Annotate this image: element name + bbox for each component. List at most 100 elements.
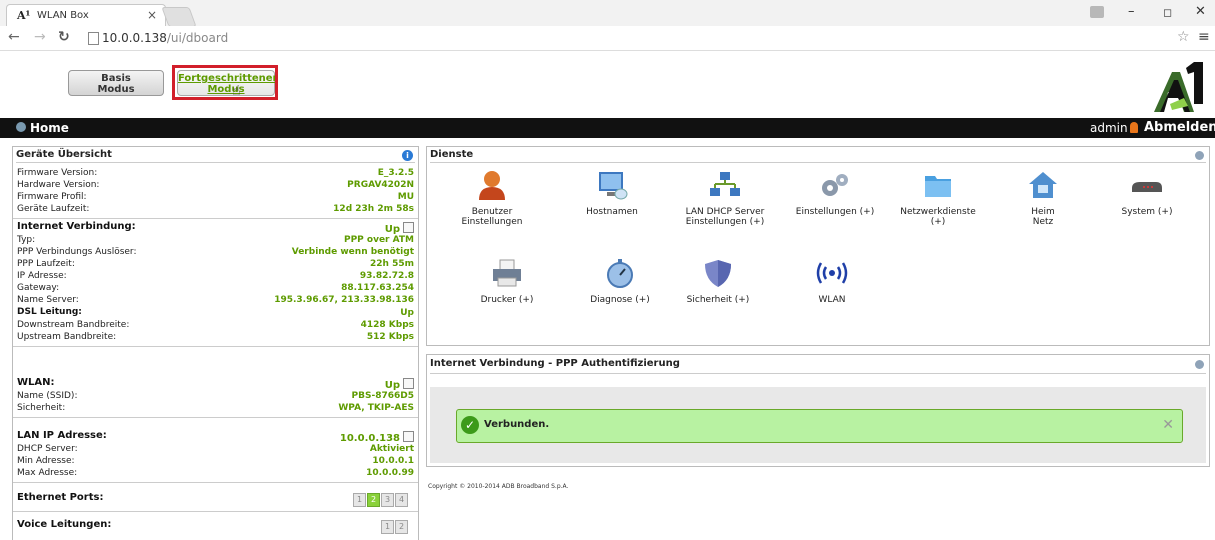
service-label: System (+) [1121, 207, 1173, 217]
router-icon [1132, 182, 1162, 192]
profile-icon[interactable] [1090, 6, 1104, 18]
divider [13, 482, 418, 483]
voice-port-2: 2 [395, 520, 408, 534]
service-security[interactable]: Sicherheit (+) [668, 258, 768, 305]
row-label: Firmware Version: [17, 168, 98, 178]
reload-icon[interactable]: ↻ [58, 29, 70, 45]
service-label: Benutzer [471, 207, 513, 217]
new-tab-button[interactable] [161, 7, 197, 27]
gears-icon [822, 174, 848, 196]
voice-heading: Voice Leitungen: [17, 519, 112, 530]
row-label: DHCP Server: [17, 444, 78, 454]
service-printer[interactable]: Drucker (+) [457, 258, 557, 305]
stopwatch-icon [607, 259, 633, 288]
service-label: Einstellungen [461, 217, 523, 227]
maximize-button[interactable]: ◻ [1163, 6, 1172, 19]
monitor-icon [599, 172, 628, 200]
row-value[interactable]: Up [385, 222, 414, 235]
row-label: Downstream Bandbreite: [17, 320, 130, 330]
divider [13, 417, 418, 418]
firmware-row: Firmware Version: E_3.2.5 [17, 168, 414, 180]
service-home-network[interactable]: Heim Netz [993, 170, 1093, 227]
service-diagnose[interactable]: Diagnose (+) [570, 258, 670, 305]
service-hostnames[interactable]: Hostnamen [562, 170, 662, 217]
forward-arrow-icon[interactable]: → [34, 29, 46, 45]
divider [13, 511, 418, 512]
service-network-services[interactable]: Netzwerkdienste (+) [888, 170, 988, 227]
help-icon[interactable] [1195, 360, 1204, 369]
max-address-row: Max Adresse: 10.0.0.99 [17, 468, 414, 480]
row-value: 10.0.0.1 [372, 456, 414, 466]
ppp-auth-title: Internet Verbindung - PPP Authentifizier… [430, 358, 680, 369]
row-value[interactable]: 10.0.0.138 [340, 431, 414, 444]
url-path: /ui/dboard [166, 31, 229, 45]
service-settings[interactable]: Einstellungen (+) [785, 170, 885, 217]
row-value[interactable]: Up [385, 378, 414, 391]
dsl-status-row: Up [17, 308, 414, 320]
service-lan-dhcp[interactable]: LAN DHCP Server Einstellungen (+) [675, 170, 775, 227]
hand-cursor-icon: ☝ [232, 83, 241, 99]
logout-link[interactable]: Abmelden [1144, 120, 1215, 135]
row-value: PRGAV4202N [347, 180, 414, 190]
ethernet-port-2: 2 [367, 493, 380, 507]
info-icon[interactable]: i [402, 150, 413, 161]
service-label: Diagnose (+) [590, 295, 650, 305]
wlan-status: Up [384, 380, 400, 391]
basic-mode-label-2: Modus [97, 84, 135, 95]
copyright: Copyright © 2010-2014 ADB Broadband S.p.… [428, 483, 569, 490]
service-user-settings[interactable]: Benutzer Einstellungen [442, 170, 542, 227]
home-link[interactable]: Home [30, 121, 69, 135]
service-system[interactable]: System (+) [1097, 170, 1197, 217]
edit-icon[interactable] [403, 222, 414, 233]
security-row: Sicherheit: WPA, TKIP-AES [17, 403, 414, 415]
browser-tab[interactable]: A¹ WLAN Box × [6, 4, 166, 27]
row-value: PBS-8766D5 [351, 391, 414, 401]
row-label: Firmware Profil: [17, 192, 87, 202]
edit-icon[interactable] [403, 431, 414, 442]
trigger-row: PPP Verbindungs Auslöser: Verbinde wenn b… [17, 247, 414, 259]
service-wlan[interactable]: WLAN [782, 258, 882, 305]
row-label: Min Adresse: [17, 456, 75, 466]
highlight-box [172, 65, 278, 100]
close-icon[interactable]: ✕ [1162, 417, 1174, 433]
status-text: Verbunden. [484, 419, 550, 430]
min-address-row: Min Adresse: 10.0.0.1 [17, 456, 414, 468]
folder-icon [925, 176, 951, 197]
close-window-button[interactable]: ✕ [1195, 4, 1206, 19]
row-value: 195.3.96.67, 213.33.98.136 [274, 295, 414, 305]
row-value: Up [400, 308, 414, 318]
row-value: 4128 Kbps [360, 320, 414, 330]
row-value: MU [397, 192, 414, 202]
network-icon [710, 172, 740, 196]
row-label: Geräte Laufzeit: [17, 204, 90, 214]
row-label: IP Adresse: [17, 271, 67, 281]
back-arrow-icon[interactable]: ← [8, 29, 20, 45]
bookmark-star-icon[interactable]: ☆ [1177, 29, 1190, 45]
help-icon[interactable] [1195, 151, 1204, 160]
row-value: 512 Kbps [366, 332, 414, 342]
tab-close-icon[interactable]: × [147, 8, 157, 22]
basic-mode-label-1: Basis [101, 73, 131, 84]
service-label: LAN DHCP Server [685, 207, 765, 217]
row-label: Name (SSID): [17, 391, 78, 401]
menu-icon[interactable]: ≡ [1198, 29, 1210, 45]
edit-icon[interactable] [403, 378, 414, 389]
downstream-row: Downstream Bandbreite: 4128 Kbps [17, 320, 414, 332]
row-value: 93.82.72.8 [359, 271, 414, 281]
row-label: Name Server: [17, 295, 79, 305]
divider [430, 373, 1206, 374]
a1-favicon-icon: A¹ [17, 9, 31, 22]
basic-mode-button[interactable]: Basis Modus [68, 70, 164, 96]
dns-row: Name Server: 195.3.96.67, 213.33.98.136 [17, 295, 414, 307]
device-overview-panel: Geräte Übersicht i Firmware Version: E_3.… [12, 146, 419, 540]
minimize-button[interactable]: – [1128, 4, 1135, 19]
url-field[interactable]: 10.0.0.138/ui/dboard [102, 31, 228, 45]
type-row: Typ: PPP over ATM [17, 235, 414, 247]
internet-status: Up [384, 224, 400, 235]
service-label: Hostnamen [586, 207, 638, 217]
ethernet-port-1: 1 [353, 493, 366, 507]
service-label: Netzwerkdienste [900, 207, 976, 217]
divider [16, 162, 415, 163]
voice-port-1: 1 [381, 520, 394, 534]
ethernet-port-3: 3 [381, 493, 394, 507]
